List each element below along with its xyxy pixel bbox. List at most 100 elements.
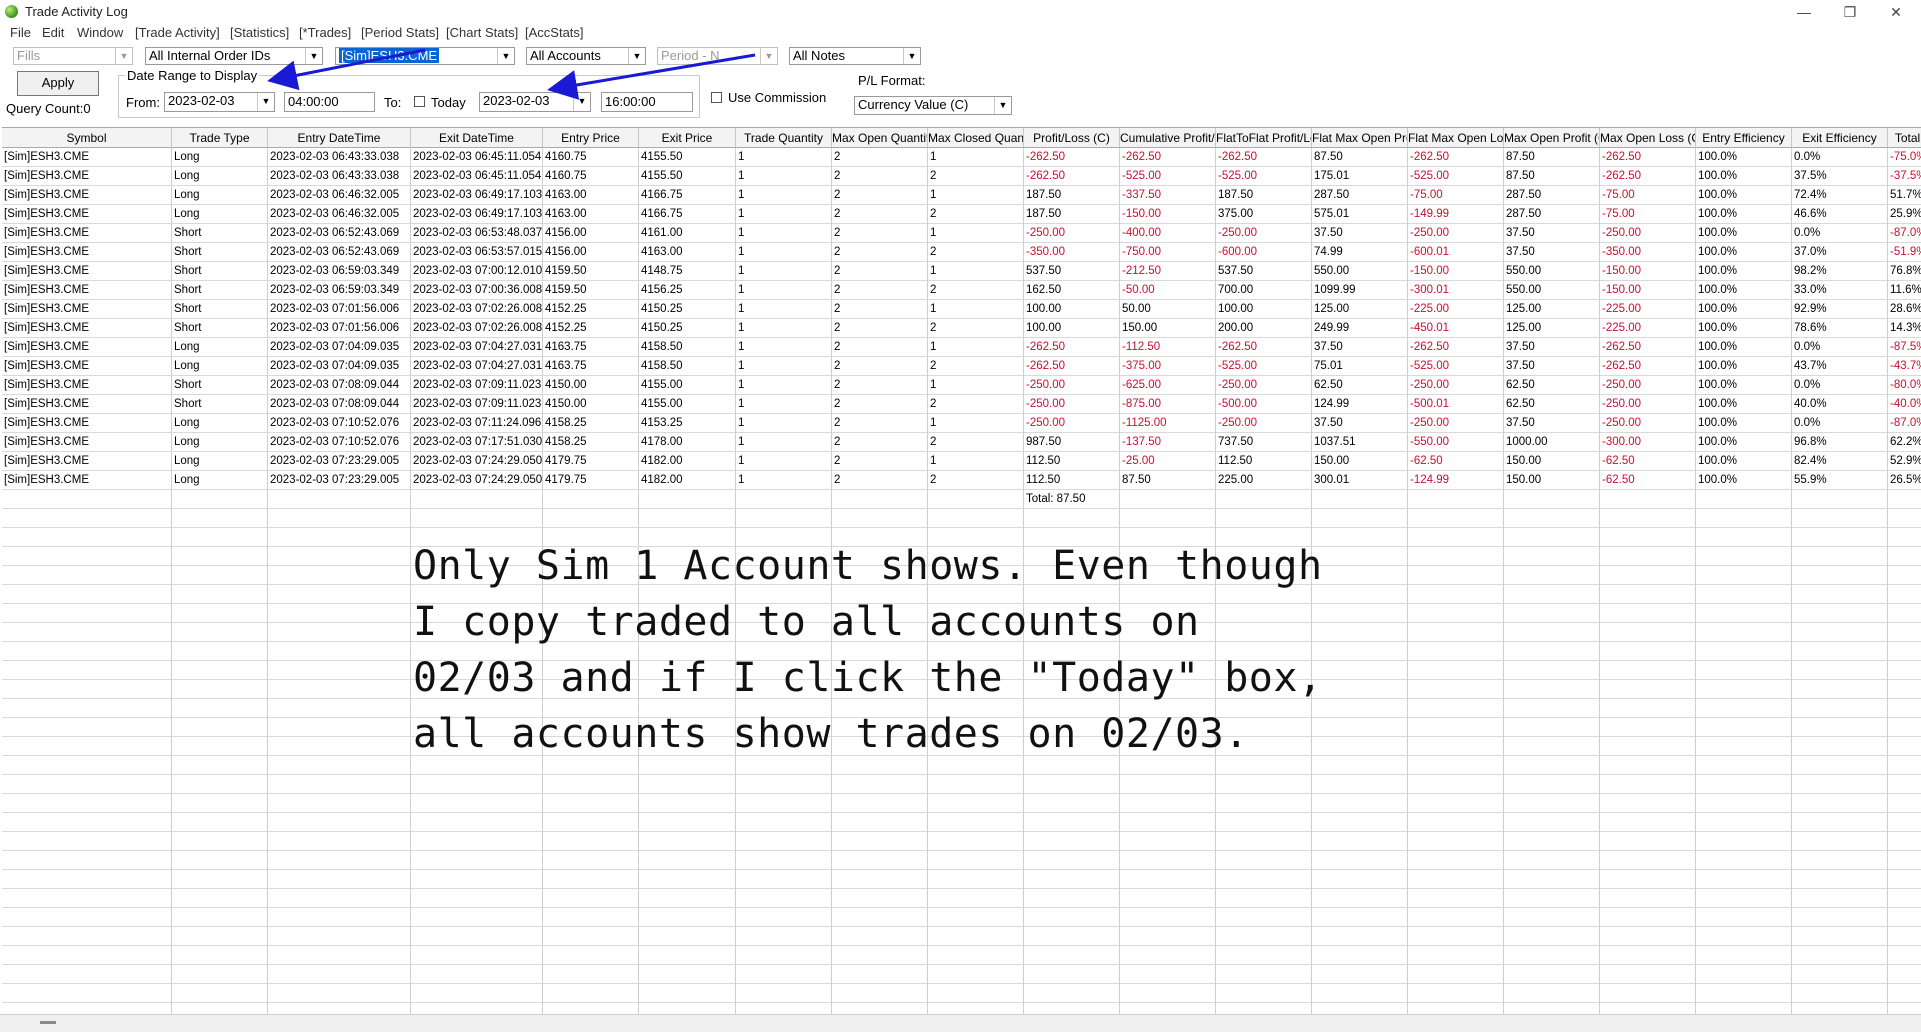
table-cell[interactable]: 124.99 [1312, 395, 1408, 414]
table-cell[interactable]: [Sim]ESH3.CME [2, 224, 172, 243]
table-cell[interactable]: 100.00 [1024, 300, 1120, 319]
table-cell[interactable]: 2023-02-03 07:02:26.008 [411, 319, 543, 338]
table-cell[interactable]: -262.50 [1216, 338, 1312, 357]
table-cell[interactable]: 87.50 [1312, 148, 1408, 167]
table-cell[interactable]: -875.00 [1120, 395, 1216, 414]
table-cell[interactable]: -75.0% [1888, 148, 1921, 167]
table-cell[interactable]: 1 [736, 395, 832, 414]
table-cell[interactable]: 4158.50 [639, 357, 736, 376]
table-cell[interactable]: 2023-02-03 07:23:29.005 [268, 452, 411, 471]
table-cell[interactable]: 4160.75 [543, 167, 639, 186]
table-cell[interactable]: 1 [736, 300, 832, 319]
table-cell[interactable]: 37.50 [1504, 414, 1600, 433]
table-cell[interactable]: 2 [832, 167, 928, 186]
table-cell[interactable]: 4150.00 [543, 376, 639, 395]
table-cell[interactable]: -62.50 [1600, 452, 1696, 471]
table-cell[interactable]: -262.50 [1024, 357, 1120, 376]
table-cell[interactable]: 1 [928, 186, 1024, 205]
table-cell[interactable]: -62.50 [1600, 471, 1696, 490]
table-cell[interactable]: -250.00 [1024, 414, 1120, 433]
table-cell[interactable]: 2 [928, 471, 1024, 490]
table-cell[interactable]: [Sim]ESH3.CME [2, 300, 172, 319]
table-cell[interactable]: 33.0% [1792, 281, 1888, 300]
table-cell[interactable]: 2 [928, 205, 1024, 224]
table-cell[interactable]: [Sim]ESH3.CME [2, 319, 172, 338]
table-cell[interactable]: 100.0% [1696, 148, 1792, 167]
table-cell[interactable]: 125.00 [1312, 300, 1408, 319]
table-cell[interactable]: [Sim]ESH3.CME [2, 281, 172, 300]
table-cell[interactable]: 2 [832, 300, 928, 319]
table-cell[interactable]: 2 [928, 281, 1024, 300]
table-cell[interactable]: Long [172, 148, 268, 167]
table-cell[interactable]: 2 [832, 148, 928, 167]
table-cell[interactable]: 92.9% [1792, 300, 1888, 319]
table-cell[interactable]: 4158.25 [543, 433, 639, 452]
table-cell[interactable]: 2023-02-03 06:53:57.015 [411, 243, 543, 262]
table-cell[interactable]: -262.50 [1120, 148, 1216, 167]
table-cell[interactable]: 187.50 [1216, 186, 1312, 205]
table-cell[interactable]: 62.50 [1504, 395, 1600, 414]
table-cell[interactable]: 4153.25 [639, 414, 736, 433]
table-cell[interactable]: 2023-02-03 07:08:09.044 [268, 376, 411, 395]
table-cell[interactable]: 62.50 [1504, 376, 1600, 395]
table-cell[interactable]: 46.6% [1792, 205, 1888, 224]
table-cell[interactable]: 287.50 [1504, 186, 1600, 205]
table-cell[interactable]: 737.50 [1216, 433, 1312, 452]
table-cell[interactable]: -300.00 [1600, 433, 1696, 452]
table-cell[interactable]: 375.00 [1216, 205, 1312, 224]
table-cell[interactable]: Short [172, 319, 268, 338]
table-cell[interactable]: 1 [928, 148, 1024, 167]
table-cell[interactable]: 72.4% [1792, 186, 1888, 205]
table-cell[interactable]: Short [172, 224, 268, 243]
table-cell[interactable]: 537.50 [1216, 262, 1312, 281]
table-cell[interactable]: 2023-02-03 07:02:26.008 [411, 300, 543, 319]
table-cell[interactable]: 575.01 [1312, 205, 1408, 224]
table-cell[interactable]: 37.50 [1312, 224, 1408, 243]
table-cell[interactable]: 2 [832, 395, 928, 414]
table-cell[interactable]: -262.50 [1600, 357, 1696, 376]
table-cell[interactable]: Long [172, 471, 268, 490]
table-cell[interactable]: -450.01 [1408, 319, 1504, 338]
table-cell[interactable]: 2023-02-03 06:45:11.054 [411, 167, 543, 186]
table-cell[interactable]: 1037.51 [1312, 433, 1408, 452]
table-cell[interactable]: 2023-02-03 07:04:09.035 [268, 338, 411, 357]
table-cell[interactable]: [Sim]ESH3.CME [2, 262, 172, 281]
table-cell[interactable]: Short [172, 281, 268, 300]
table-cell[interactable]: 74.99 [1312, 243, 1408, 262]
table-cell[interactable]: 100.0% [1696, 205, 1792, 224]
table-cell[interactable]: 1 [928, 224, 1024, 243]
table-cell[interactable]: 0.0% [1792, 148, 1888, 167]
table-cell[interactable]: 87.50 [1120, 471, 1216, 490]
table-cell[interactable]: 1 [736, 376, 832, 395]
table-cell[interactable]: [Sim]ESH3.CME [2, 205, 172, 224]
table-cell[interactable]: -40.0% [1888, 395, 1921, 414]
table-cell[interactable]: 82.4% [1792, 452, 1888, 471]
table-cell[interactable]: 2023-02-03 07:17:51.030 [411, 433, 543, 452]
table-cell[interactable]: 100.0% [1696, 224, 1792, 243]
table-cell[interactable]: 2023-02-03 06:59:03.349 [268, 281, 411, 300]
table-cell[interactable]: 4161.00 [639, 224, 736, 243]
table-cell[interactable]: 2 [832, 319, 928, 338]
table-cell[interactable]: -112.50 [1120, 338, 1216, 357]
table-cell[interactable]: 2023-02-03 07:00:36.008 [411, 281, 543, 300]
table-cell[interactable]: 4159.50 [543, 262, 639, 281]
table-cell[interactable]: 112.50 [1024, 471, 1120, 490]
table-cell[interactable]: 1 [928, 376, 1024, 395]
table-cell[interactable]: 2 [832, 376, 928, 395]
table-cell[interactable]: 37.50 [1504, 338, 1600, 357]
table-cell[interactable]: 225.00 [1216, 471, 1312, 490]
table-cell[interactable]: -500.00 [1216, 395, 1312, 414]
table-cell[interactable]: -350.00 [1024, 243, 1120, 262]
table-cell[interactable]: 2 [928, 167, 1024, 186]
table-cell[interactable]: 26.5% [1888, 471, 1921, 490]
table-cell[interactable]: 40.0% [1792, 395, 1888, 414]
table-cell[interactable]: 75.01 [1312, 357, 1408, 376]
table-cell[interactable]: 1 [736, 338, 832, 357]
table-cell[interactable]: -43.7% [1888, 357, 1921, 376]
table-cell[interactable]: -262.50 [1216, 148, 1312, 167]
table-cell[interactable]: 96.8% [1792, 433, 1888, 452]
table-cell[interactable]: 98.2% [1792, 262, 1888, 281]
table-cell[interactable]: 1 [736, 262, 832, 281]
table-cell[interactable]: -250.00 [1600, 376, 1696, 395]
table-cell[interactable]: 11.6% [1888, 281, 1921, 300]
